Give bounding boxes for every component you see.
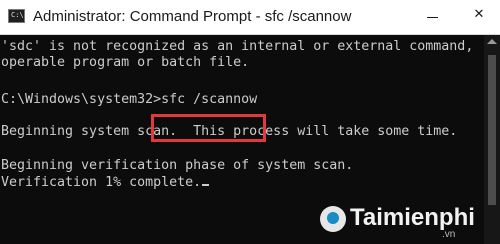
scrollbar-thumb[interactable]	[488, 55, 496, 205]
console-line: C:\Windows\system32>sfc /scannow	[1, 92, 258, 107]
console-line: Beginning verification phase of system s…	[1, 158, 354, 173]
watermark-suffix: .vn	[442, 229, 456, 240]
minimize-button[interactable]	[410, 0, 456, 34]
minimize-icon	[427, 17, 438, 18]
text-cursor	[202, 184, 210, 186]
close-button[interactable]: ✕	[456, 0, 500, 34]
console-line: 'sdc' is not recognized as an internal o…	[1, 39, 474, 54]
watermark-logo-icon	[320, 206, 346, 232]
watermark-logo: Taimienphi .vn	[320, 196, 490, 240]
scroll-up-arrow-icon[interactable]	[487, 39, 497, 44]
command-highlight-box	[151, 114, 266, 142]
window-title: Administrator: Command Prompt - sfc /sca…	[33, 8, 352, 25]
console-line: operable program or batch file.	[1, 55, 250, 70]
title-bar[interactable]: C:\ Administrator: Command Prompt - sfc …	[0, 0, 500, 35]
close-icon: ✕	[473, 7, 485, 22]
app-icon-label: C:\	[11, 11, 24, 19]
command-prompt-icon[interactable]: C:\	[8, 9, 25, 23]
watermark-brand: Taimienphi	[350, 204, 475, 231]
command-prompt-window: C:\ Administrator: Command Prompt - sfc …	[0, 0, 500, 244]
console-line-text: Verification 1% complete.	[1, 175, 202, 190]
console-line-current: Verification 1% complete.	[1, 175, 210, 191]
